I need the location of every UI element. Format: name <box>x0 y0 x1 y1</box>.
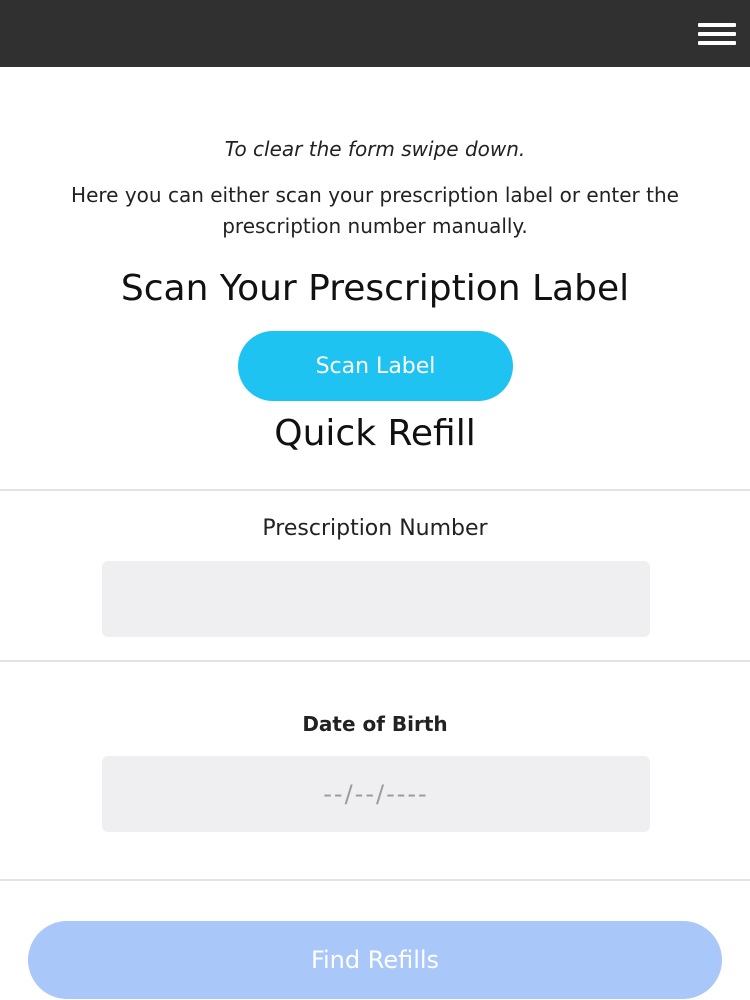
date-of-birth-input[interactable] <box>102 756 650 832</box>
scan-heading: Scan Your Prescription Label <box>120 268 630 309</box>
divider <box>0 489 750 491</box>
menu-line <box>698 32 736 36</box>
hamburger-menu-icon[interactable] <box>698 20 736 48</box>
menu-line <box>698 23 736 27</box>
top-navigation-bar <box>0 0 750 67</box>
quick-refill-heading: Quick Refill <box>274 413 476 454</box>
clear-form-hint: To clear the form swipe down. <box>224 137 526 161</box>
date-of-birth-label: Date of Birth <box>302 712 448 736</box>
menu-line <box>698 41 736 45</box>
prescription-number-input[interactable] <box>102 561 650 637</box>
divider <box>0 879 750 881</box>
scan-label-button[interactable]: Scan Label <box>238 331 513 401</box>
prescription-number-label: Prescription Number <box>262 516 488 541</box>
intro-text: Here you can either scan your prescripti… <box>71 183 679 238</box>
find-refills-button[interactable]: Find Refills <box>28 921 722 999</box>
divider <box>0 660 750 662</box>
